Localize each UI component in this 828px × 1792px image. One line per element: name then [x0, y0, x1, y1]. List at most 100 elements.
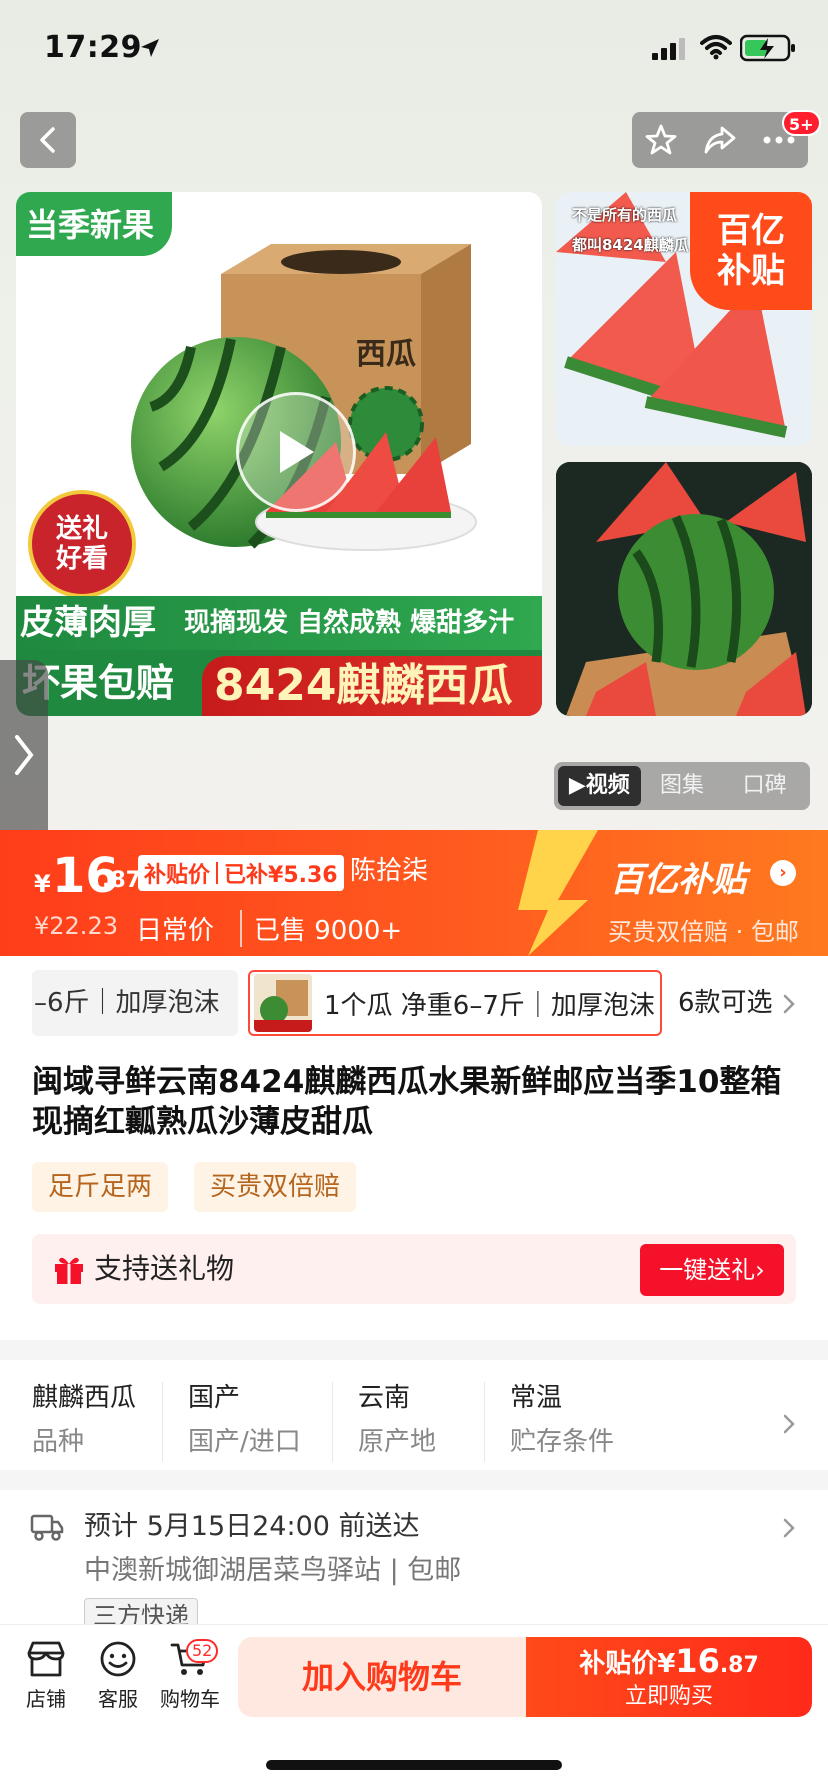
play-icon — [280, 431, 314, 473]
media-tabs: ▶视频 图集 口碑 — [554, 762, 810, 810]
seal-line2: 好看 — [55, 544, 108, 574]
buy-now-button[interactable]: 补贴价¥16.87 立即购买 — [526, 1637, 812, 1717]
location-arrow-icon — [141, 39, 159, 57]
favorite-button[interactable] — [637, 116, 685, 164]
share-button[interactable] — [696, 116, 744, 164]
attr-variety-key: 品种 — [32, 1427, 85, 1457]
nav-shop-label: 店铺 — [26, 1687, 66, 1711]
chevron-right-icon[interactable] — [780, 1516, 798, 1540]
sku-thumbnail — [254, 974, 312, 1032]
buy-now-label: 立即购买 — [624, 1684, 713, 1709]
nav-shop[interactable]: 店铺 — [14, 1639, 78, 1712]
sku-option-prev[interactable]: –6斤｜加厚泡沫 — [32, 970, 238, 1036]
sku-count[interactable]: 6款可选 — [678, 970, 773, 1036]
price-currency: ¥ — [34, 870, 51, 898]
original-price: ¥22.23 — [34, 912, 118, 940]
subsidy-tag-label: 补贴价 — [144, 863, 211, 888]
subsidy-program-arrow-icon[interactable]: › — [770, 860, 796, 886]
delivery-address: 中澳新城御湖居菜鸟驿站 | 包邮 — [84, 1555, 462, 1586]
buy-price-integer: 16 — [675, 1642, 720, 1680]
tab-video[interactable]: ▶视频 — [558, 766, 641, 806]
subsidy-program-name[interactable]: 百亿补贴 — [610, 852, 746, 901]
gift-support-text: 支持送礼物 — [94, 1252, 235, 1285]
subsidy-badge-line2: 补贴 — [717, 251, 785, 291]
tab-reviews[interactable]: 口碑 — [723, 766, 806, 806]
subsidy-tag: 补贴价 已补¥5.36 — [138, 855, 344, 891]
guarantee-band: 坏果包赔 8424麒麟西瓜 — [16, 650, 542, 716]
cellular-signal-icon — [652, 38, 685, 60]
attr-origin-value: 云南 — [358, 1383, 411, 1413]
subsidy-badge-line1: 百亿 — [717, 211, 785, 251]
attr-origin: 云南 原产地 — [358, 1380, 436, 1460]
gift-row: 支持送礼物 一键送礼› — [32, 1234, 796, 1304]
attr-variety-value: 麒麟西瓜 — [32, 1383, 137, 1413]
chevron-right-icon — [15, 735, 34, 775]
buy-price-decimal: .87 — [719, 1653, 759, 1678]
attr-storage-key: 贮存条件 — [510, 1427, 615, 1457]
product-attributes[interactable]: 麒麟西瓜 品种 国产 国产/进口 云南 原产地 常温 贮存条件 — [0, 1360, 828, 1470]
buy-price-label: 补贴价 — [579, 1649, 658, 1679]
product-hero: 17:29 5+ 西瓜 当季新果 送礼 好看 皮薄肉厚 现摘现发 自然成熟 爆甜… — [0, 0, 828, 850]
play-video-button[interactable] — [236, 392, 356, 512]
feature-chip-1[interactable]: 足斤足两 — [32, 1162, 169, 1212]
watermelon-photo — [556, 462, 812, 716]
seller-name: 陈拾柒 — [350, 856, 429, 886]
attr-storage-value: 常温 — [510, 1383, 563, 1413]
cart-count-badge: 52 — [186, 1639, 219, 1663]
gallery-thumbnail-2[interactable] — [556, 462, 812, 716]
main-product-image[interactable]: 西瓜 当季新果 送礼 好看 皮薄肉厚 现摘现发 自然成熟 爆甜多汁 坏果包赔 8… — [16, 192, 542, 716]
nav-service[interactable]: 客服 — [86, 1639, 150, 1712]
attr-variety: 麒麟西瓜 品种 — [32, 1380, 136, 1460]
gallery-thumbnail-1[interactable]: 不是所有的西瓜 都叫8424麒麟瓜 百亿 补贴 — [556, 192, 812, 446]
box-label: 西瓜 — [356, 337, 416, 372]
attr-origin-type: 国产 国产/进口 — [188, 1380, 301, 1460]
nav-service-label: 客服 — [98, 1687, 138, 1711]
delivery-eta: 预计 5月15日24:00 前送达 — [84, 1511, 420, 1542]
seal-line1: 送礼 — [55, 514, 108, 544]
attr-origin-type-value: 国产 — [188, 1383, 241, 1413]
status-bar: 17:29 — [0, 0, 828, 100]
battery-charging-icon — [740, 34, 795, 62]
side-drawer-handle[interactable] — [0, 660, 48, 850]
subsidy-badge: 百亿 补贴 — [690, 192, 812, 310]
send-gift-button[interactable]: 一键送礼› — [640, 1244, 784, 1296]
lightning-decoration — [518, 830, 598, 956]
thumb1-caption: 不是所有的西瓜 都叫8424麒麟瓜 — [572, 200, 689, 260]
sku-option-selected[interactable]: 1个瓜 净重6–7斤｜加厚泡沫 — [248, 970, 662, 1036]
chevron-right-icon[interactable] — [780, 1412, 798, 1436]
shop-icon — [27, 1641, 65, 1677]
subsidy-tag-amount: 已补¥5.36 — [224, 863, 338, 888]
delivery-info[interactable]: 预计 5月15日24:00 前送达 中澳新城御湖居菜鸟驿站 | 包邮 三方快递 — [0, 1490, 828, 1624]
gift-icon — [55, 1257, 83, 1284]
customer-service-icon — [100, 1641, 136, 1677]
wifi-icon — [700, 35, 732, 60]
section-divider — [0, 1470, 828, 1490]
price-banner: ¥ 16 .87 补贴价 已补¥5.36 陈拾柒 ¥22.23 日常价 已售 9… — [0, 830, 828, 956]
add-to-cart-button[interactable]: 加入购物车 — [238, 1637, 526, 1717]
subsidy-tag-separator — [216, 862, 219, 884]
tab-gallery[interactable]: 图集 — [641, 766, 724, 806]
back-button[interactable] — [20, 112, 76, 168]
daily-price-label: 日常价 — [136, 916, 215, 946]
chevron-right-icon[interactable] — [780, 992, 798, 1016]
notification-badge: 5+ — [782, 110, 821, 136]
share-icon — [704, 126, 736, 154]
status-time: 17:29 — [44, 30, 142, 65]
nav-cart-label: 购物车 — [160, 1687, 220, 1711]
buy-price-currency: ¥ — [657, 1649, 676, 1679]
home-indicator[interactable] — [266, 1760, 562, 1770]
attr-origin-key: 原产地 — [358, 1427, 437, 1457]
feature-band-left: 皮薄肉厚 — [20, 603, 156, 643]
product-title: 闽域寻鲜云南8424麒麟西瓜水果新鲜邮应当季10整箱现摘红瓤熟瓜沙薄皮甜瓜 — [32, 1064, 782, 1140]
attr-separator — [162, 1382, 163, 1462]
more-dots-icon — [763, 136, 795, 144]
feature-band-right: 现摘现发 自然成熟 爆甜多汁 — [184, 608, 515, 638]
chevron-left-icon — [40, 127, 55, 153]
section-divider — [0, 1340, 828, 1360]
attr-separator — [332, 1382, 333, 1462]
sku-selected-label: 1个瓜 净重6–7斤｜加厚泡沫 — [324, 990, 655, 1021]
feature-chip-2[interactable]: 买贵双倍赔 — [194, 1162, 357, 1212]
sold-count: 已售 9000+ — [240, 910, 402, 947]
price-decimal: .87 — [102, 868, 141, 893]
gift-seal: 送礼 好看 — [28, 490, 136, 598]
